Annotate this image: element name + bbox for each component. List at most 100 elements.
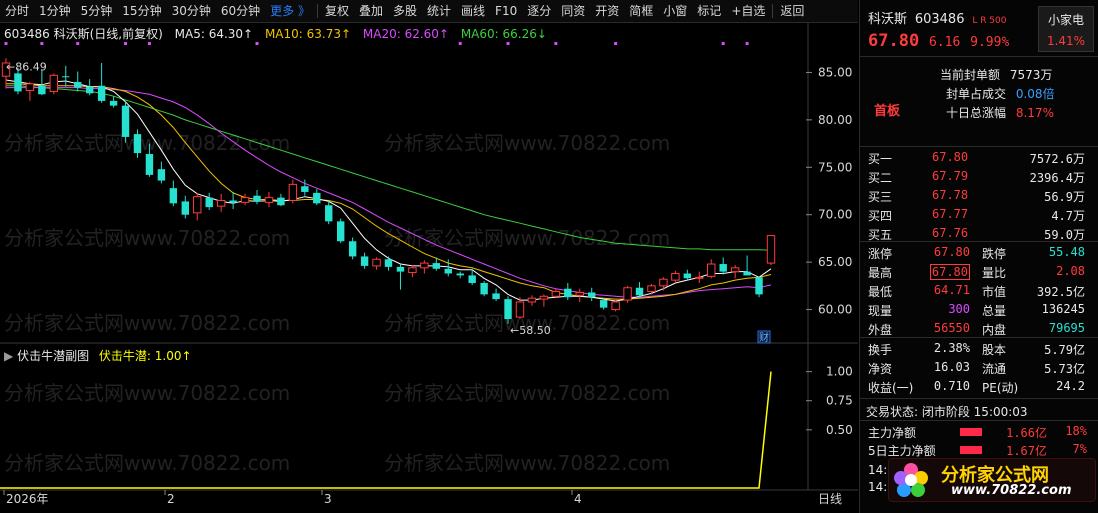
sub-legend-icon: ▶ <box>4 349 14 363</box>
signal-dot <box>40 42 44 45</box>
stat-label: 内盘 <box>982 323 1007 337</box>
toolbar-item[interactable]: 逐分 <box>522 0 556 22</box>
bid-label: 买四 <box>868 209 893 223</box>
candle-body-down <box>504 299 512 320</box>
flow-value: 1.67亿 <box>1006 444 1047 458</box>
toolbar-item[interactable]: 60分钟 <box>216 0 265 22</box>
toolbar-item[interactable]: 分时 <box>0 0 34 22</box>
date-label: 3 <box>324 492 332 506</box>
toolbar-item[interactable]: 开资 <box>590 0 624 22</box>
signal-dot <box>4 42 8 45</box>
period-toolbar: 分时 1分钟 5分钟 15分钟 30分钟 60分钟 更多 》复权 叠加 多股 统计 画线 F10 逐分同… <box>0 0 858 23</box>
price-change: 6.16 <box>929 35 961 50</box>
candle-body-up <box>659 278 668 287</box>
toolbar-item[interactable]: 简框 <box>624 0 658 22</box>
legend-ma10: MA10: 63.73↑ <box>264 27 352 41</box>
candle-body-up <box>695 276 704 279</box>
seal-value: 7573万 <box>1009 68 1053 82</box>
toolbar-item[interactable]: 1分钟 <box>34 0 76 22</box>
toolbar-item[interactable]: 多股 <box>388 0 422 22</box>
toolbar-item[interactable]: 复权 <box>320 0 354 22</box>
price-tick-label: 75.00 <box>818 160 852 174</box>
price-change-pct: 9.99% <box>970 35 1010 50</box>
signal-dot <box>255 42 259 45</box>
stat-value: 56550 <box>933 321 970 335</box>
toolbar-item[interactable]: 标记 <box>692 0 726 22</box>
toolbar-item[interactable]: 30分钟 <box>167 0 216 22</box>
legend-ma5: MA5: 64.30↑ <box>174 27 254 41</box>
bid-volume: 7572.6万 <box>1029 152 1085 166</box>
date-label: 2 <box>167 492 175 506</box>
candle-body-down <box>348 241 357 257</box>
quote-panel: 科沃斯 603486 L R 500 小家电 1.41% 67.80 6.16 … <box>859 0 1098 513</box>
high-marker: ←86.49 <box>6 60 47 73</box>
flow-label: 主力净额 <box>868 426 917 440</box>
toolbar-item[interactable]: F10 <box>490 0 522 22</box>
flow-label: 5日主力净额 <box>868 444 936 458</box>
candle-body-up <box>671 273 680 281</box>
candle-body-up <box>707 263 716 277</box>
toolbar-item[interactable]: 更多 》 <box>265 0 315 22</box>
candle-body-down <box>97 85 106 101</box>
seal-ratio-value: 0.08倍 <box>1015 87 1055 101</box>
fund-label: 收益(一) <box>868 381 914 395</box>
sector-badge[interactable]: 小家电 1.41% <box>1038 6 1094 52</box>
candle-body-down <box>38 85 46 95</box>
signal-dot <box>124 42 128 45</box>
bid-label: 买一 <box>868 152 893 166</box>
candle-body-up <box>288 183 298 201</box>
candle-body-down <box>253 195 261 202</box>
stock-tags: L R 500 <box>972 16 1007 26</box>
bid-label: 买三 <box>868 190 893 204</box>
candle-body-down <box>635 287 644 296</box>
fund-value: 5.79亿 <box>1044 343 1085 357</box>
toolbar-item[interactable]: 统计 <box>422 0 456 22</box>
candle-body-down <box>444 268 452 274</box>
candle-body-down <box>229 200 237 203</box>
toolbar-item[interactable]: 5分钟 <box>76 0 118 22</box>
toolbar-item[interactable]: 叠加 <box>354 0 388 22</box>
candle-body-down <box>121 105 130 137</box>
toolbar-item[interactable]: 画线 <box>456 0 490 22</box>
kline-chart[interactable]: 分析家公式网www.70822.com 分析家公式网www.70822.com 分析… <box>0 23 858 513</box>
date-label: 4 <box>574 492 582 506</box>
candle-body-down <box>181 201 190 215</box>
candle-body-down <box>719 264 727 272</box>
watermark: 分析家公式网www.70822.com <box>4 226 290 250</box>
fund-value: 0.710 <box>933 379 970 393</box>
candle-body-down <box>587 292 596 298</box>
candle-body-down <box>564 288 572 298</box>
candle-body-down <box>456 273 464 276</box>
stat-value: 300 <box>948 302 970 316</box>
flower-logo-icon <box>894 463 928 497</box>
candle-body-down <box>74 81 82 88</box>
candle-body-down <box>133 134 142 154</box>
candle-body-down <box>396 266 405 272</box>
flow-bar <box>960 428 982 436</box>
toolbar-divider <box>772 4 774 18</box>
toolbar-item[interactable]: 15分钟 <box>117 0 166 22</box>
toolbar-item[interactable]: +自选 <box>726 0 770 22</box>
bid-price: 67.78 <box>932 188 969 202</box>
seal-row: 当前封单额 7573万 <box>940 66 1095 83</box>
candle-body-up <box>372 258 381 267</box>
legend-ma20: MA20: 62.60↑ <box>362 27 449 41</box>
fund-label: 流通 <box>982 362 1007 376</box>
site-logo: 分析家公式网 www.70822.com <box>888 458 1096 502</box>
seal-ratio-label: 封单占成交 <box>946 87 1007 101</box>
trade-status: 交易状态: 闭市阶段 15:00:03 <box>866 403 1096 420</box>
fund-value: 5.73亿 <box>1044 362 1085 376</box>
candle-body-down <box>62 76 70 78</box>
candle-body-up <box>264 197 274 203</box>
stock-name: 科沃斯 <box>868 12 908 27</box>
toolbar-item[interactable]: 同资 <box>556 0 590 22</box>
candle-body-up <box>25 83 35 91</box>
stat-label: 总量 <box>982 304 1007 318</box>
signal-dot <box>721 42 725 45</box>
candle-body-up <box>766 235 776 264</box>
candle-body-down <box>468 275 476 283</box>
candle-body-up <box>216 199 226 207</box>
toolbar-item[interactable]: 小窗 <box>658 0 692 22</box>
toolbar-item[interactable]: 返回 <box>775 0 809 22</box>
flow-pct: 7% <box>1072 442 1087 456</box>
